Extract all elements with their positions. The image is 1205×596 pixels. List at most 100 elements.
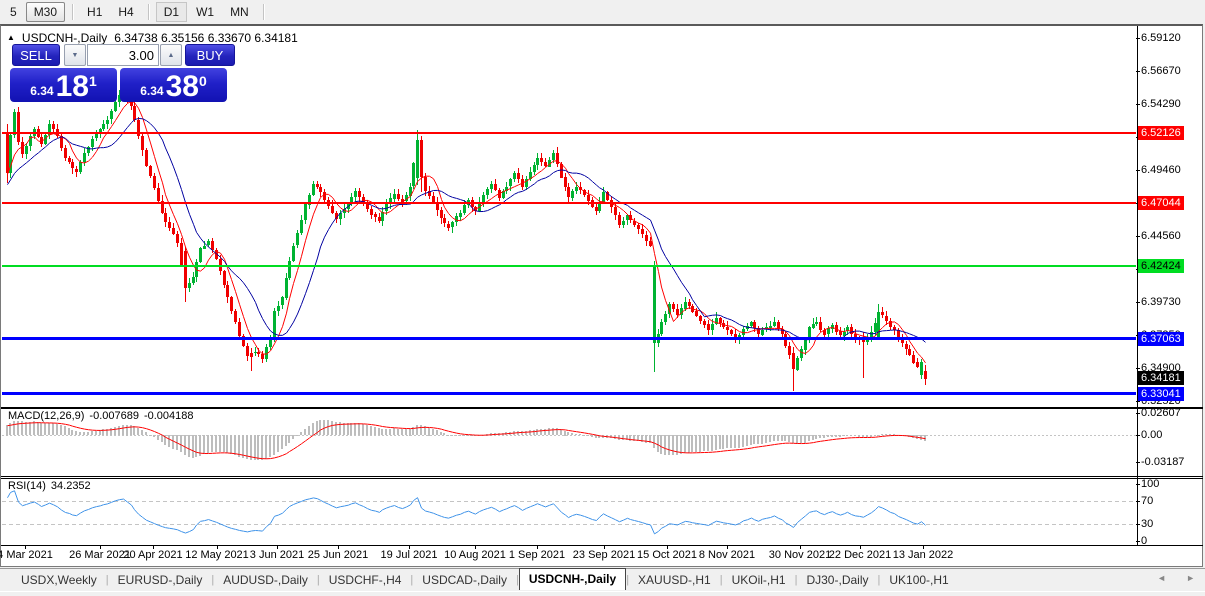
date-label: 8 Nov 2021	[699, 549, 755, 561]
sell-price-box[interactable]: 6.34 18 1	[10, 68, 117, 102]
rsi-tick-label: 0	[1141, 534, 1147, 548]
price-tick-mark	[1136, 302, 1140, 303]
sell-button[interactable]: SELL	[12, 44, 60, 66]
buy-price-big: 38	[166, 71, 199, 102]
rsi-panel-canvas[interactable]	[2, 479, 1136, 545]
date-label: 12 May 2021	[185, 549, 249, 561]
macd-tick-mark	[1136, 462, 1140, 463]
date-label: 19 Jul 2021	[381, 549, 438, 561]
tab-scroll-left-button[interactable]: ◄	[1157, 573, 1166, 583]
timeframe-button-mn[interactable]: MN	[223, 3, 256, 21]
price-tick-label: 6.56670	[1141, 64, 1181, 78]
symbol-tab-audusd-daily[interactable]: AUDUSD-,Daily	[214, 571, 317, 590]
macd-tick-label: 0.02607	[1141, 406, 1181, 420]
buy-price-small: 6.34	[140, 84, 163, 98]
date-label: 15 Oct 2021	[637, 549, 697, 561]
macd-tick-label: -0.03187	[1141, 455, 1184, 469]
rsi-tick-label: 70	[1141, 494, 1153, 508]
rsi-value: 34.2352	[51, 480, 91, 492]
price-tick-mark	[1136, 236, 1140, 237]
buy-button[interactable]: BUY	[185, 44, 235, 66]
price-tick-mark	[1136, 71, 1140, 72]
date-label: 22 Dec 2021	[829, 549, 891, 561]
symbol-tab-usdcnh-daily[interactable]: USDCNH-,Daily	[519, 568, 626, 590]
status-bar	[0, 591, 1205, 596]
rsi-tick-mark	[1136, 524, 1140, 525]
rsi-label-row: RSI(14) 34.2352	[8, 480, 91, 492]
rsi-tick-label: 30	[1141, 517, 1153, 531]
symbol-tab-usdcad-daily[interactable]: USDCAD-,Daily	[413, 571, 516, 590]
sell-price-big: 18	[56, 71, 89, 102]
timeframe-button-h1[interactable]: H1	[80, 3, 109, 21]
date-label: 26 Mar 2021	[69, 549, 131, 561]
timeframe-button-d1[interactable]: D1	[156, 2, 187, 22]
symbol-tab-dj30-daily[interactable]: DJ30-,Daily	[797, 571, 877, 590]
tab-scroll-right-button[interactable]: ►	[1186, 573, 1195, 583]
toolbar-separator	[263, 4, 264, 20]
date-label: 4 Mar 2021	[0, 549, 53, 561]
timeframe-button-m30[interactable]: M30	[26, 2, 65, 22]
macd-indicator-label: MACD(12,26,9)	[8, 410, 84, 422]
price-tick-label: 6.59120	[1141, 31, 1181, 45]
macd-signal-value: -0.004188	[144, 410, 194, 422]
date-label: 3 Jun 2021	[250, 549, 304, 561]
date-label: 30 Nov 2021	[769, 549, 831, 561]
price-level-badge: 6.42424	[1138, 259, 1184, 273]
toolbar-separator	[72, 4, 73, 20]
macd-tick-mark	[1136, 413, 1140, 414]
rsi-tick-mark	[1136, 484, 1140, 485]
volume-input[interactable]	[87, 44, 159, 66]
date-label: 20 Apr 2021	[123, 549, 182, 561]
price-tick-mark	[1136, 38, 1140, 39]
timeframe-button-h4[interactable]: H4	[111, 3, 140, 21]
tab-scroll-arrows: ◄ ►	[1157, 573, 1195, 583]
rsi-tick-mark	[1136, 541, 1140, 542]
chart-symbol-label: USDCNH-,Daily	[22, 31, 107, 45]
date-label: 10 Aug 2021	[444, 549, 506, 561]
macd-tick-mark	[1136, 435, 1140, 436]
price-level-badge: 6.37063	[1138, 332, 1184, 346]
macd-splitter-line-top[interactable]	[1, 476, 1203, 477]
timeframe-button-w1[interactable]: W1	[189, 3, 221, 21]
symbol-tab-bar: USDX,Weekly|EURUSD-,Daily|AUDUSD-,Daily|…	[0, 568, 1205, 590]
rsi-indicator-label: RSI(14)	[8, 480, 46, 492]
toolbar-separator	[148, 4, 149, 20]
price-level-badge: 6.52126	[1138, 126, 1184, 140]
macd-rsi-splitter[interactable]	[1, 478, 1203, 479]
price-tick-mark	[1136, 401, 1140, 402]
price-level-badge: 6.47044	[1138, 196, 1184, 210]
down-arrow-icon: ▼	[72, 52, 79, 59]
buy-price-box[interactable]: 6.34 38 0	[120, 68, 227, 102]
app-window: 5M30H1H4D1W1MN ▲ USDCNH-,Daily 6.34738 6…	[0, 0, 1205, 596]
macd-main-value: -0.007689	[89, 410, 139, 422]
timeframe-button-5[interactable]: 5	[3, 3, 24, 21]
one-click-trade-panel: SELL ▼ ▲ BUY 6.34 18 1 6.34 38 0	[10, 44, 228, 103]
symbol-tab-ukoil-h1[interactable]: UKOil-,H1	[723, 571, 795, 590]
price-tick-label: 6.49460	[1141, 163, 1181, 177]
price-level-badge: 6.33041	[1138, 387, 1184, 401]
chart-collapse-icon[interactable]: ▲	[7, 32, 15, 44]
symbol-tab-uk100-h1[interactable]: UK100-,H1	[880, 571, 957, 590]
main-macd-splitter[interactable]	[1, 407, 1203, 409]
price-tick-mark	[1136, 368, 1140, 369]
volume-decrease-button[interactable]: ▼	[64, 44, 86, 66]
symbol-tab-xauusd-h1[interactable]: XAUUSD-,H1	[629, 571, 720, 590]
price-tick-mark	[1136, 170, 1140, 171]
volume-increase-button[interactable]: ▲	[160, 44, 182, 66]
up-arrow-icon: ▲	[168, 52, 175, 59]
price-tick-label: 6.39730	[1141, 295, 1181, 309]
rsi-bottom-line	[1, 545, 1203, 546]
buy-price-sup: 0	[199, 73, 207, 89]
symbol-tab-usdx-weekly[interactable]: USDX,Weekly	[12, 571, 106, 590]
date-label: 1 Sep 2021	[509, 549, 565, 561]
price-level-badge: 6.34181	[1138, 371, 1184, 385]
sell-price-sup: 1	[89, 73, 97, 89]
symbol-tab-usdchf-h4[interactable]: USDCHF-,H4	[320, 571, 411, 590]
macd-label-row: MACD(12,26,9) -0.007689 -0.004188	[8, 410, 194, 422]
price-tick-mark	[1136, 104, 1140, 105]
date-label: 25 Jun 2021	[308, 549, 369, 561]
macd-tick-label: 0.00	[1141, 428, 1162, 442]
timeframe-toolbar: 5M30 H1H4 D1W1MN	[0, 0, 1205, 23]
date-label: 13 Jan 2022	[893, 549, 954, 561]
symbol-tab-eurusd-daily[interactable]: EURUSD-,Daily	[109, 571, 212, 590]
